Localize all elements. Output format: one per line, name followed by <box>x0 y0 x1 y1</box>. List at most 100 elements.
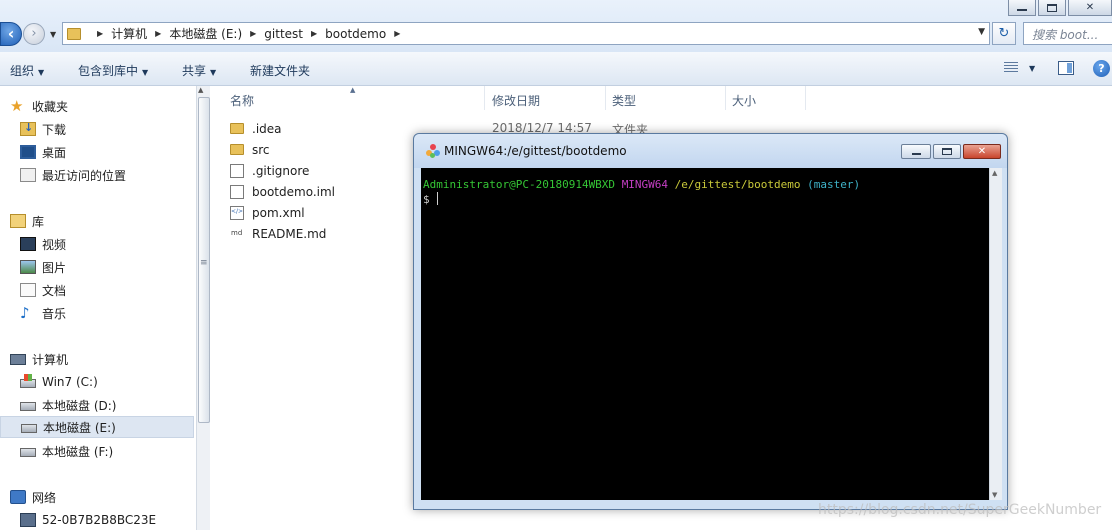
new-folder-button[interactable]: 新建文件夹 <box>250 62 310 79</box>
chevron-down-icon: ▼ <box>210 68 217 77</box>
chevron-right-icon[interactable]: ▶ <box>250 29 256 38</box>
desktop-icon <box>20 145 36 159</box>
preview-pane-icon[interactable] <box>1058 61 1074 75</box>
share-button[interactable]: 共享 ▼ <box>182 62 216 79</box>
folder-icon <box>230 144 244 155</box>
scroll-down-icon[interactable]: ▼ <box>992 491 997 499</box>
drive-icon <box>21 424 37 433</box>
nav-network-label: 网络 <box>32 490 57 505</box>
nav-item-music[interactable]: ♪ 音乐 <box>20 302 66 324</box>
breadcrumb-computer[interactable]: 计算机 <box>111 25 147 42</box>
new-folder-label: 新建文件夹 <box>250 64 311 78</box>
prompt-system: MINGW64 <box>621 178 669 191</box>
git-bash-logo-icon <box>426 144 440 158</box>
address-bar[interactable]: ▶ 计算机 ▶ 本地磁盘 (E:) ▶ gittest ▶ bootdemo ▶… <box>62 22 990 45</box>
scroll-up-icon[interactable]: ▲ <box>992 169 997 177</box>
file-row[interactable]: pom.xml <box>230 202 305 223</box>
include-in-library-button[interactable]: 包含到库中 ▼ <box>78 62 148 79</box>
nav-item-label: 音乐 <box>42 306 67 321</box>
chevron-right-icon[interactable]: ▶ <box>394 29 400 38</box>
folder-icon <box>67 27 81 40</box>
nav-item-videos[interactable]: 视频 <box>20 233 66 255</box>
address-dropdown-icon[interactable]: ▼ <box>978 27 985 37</box>
column-header-type[interactable]: 类型 <box>606 86 726 110</box>
nav-item-label: 52-0B7B2B8BC23E <box>42 513 157 527</box>
close-button[interactable]: ✕ <box>1068 0 1112 16</box>
chevron-right-icon[interactable]: ▶ <box>155 29 161 38</box>
file-row[interactable]: src <box>230 139 270 160</box>
file-row[interactable]: README.md <box>230 223 326 244</box>
prompt-path: /e/gittest/bootdemo <box>674 178 801 191</box>
videos-icon <box>20 237 36 251</box>
network-computer-icon <box>20 513 36 527</box>
breadcrumb-drive-e[interactable]: 本地磁盘 (E:) <box>169 25 242 42</box>
nav-item-downloads[interactable]: 下载 <box>20 118 66 140</box>
star-icon: ★ <box>10 97 24 115</box>
close-icon: ✕ <box>977 146 987 157</box>
chevron-down-icon: ▼ <box>38 68 45 77</box>
view-options-dropdown-icon[interactable]: ▼ <box>1029 64 1035 73</box>
nav-item-pictures[interactable]: 图片 <box>20 256 66 278</box>
change-view-icon[interactable] <box>1004 62 1018 74</box>
terminal-output[interactable]: Administrator@PC-20180914WBXD MINGW64 /e… <box>421 168 989 500</box>
file-name: bootdemo.iml <box>252 184 335 199</box>
folder-icon <box>230 123 244 134</box>
share-label: 共享 <box>182 64 207 78</box>
file-name: .idea <box>252 121 282 136</box>
input-line[interactable]: $ <box>423 192 989 207</box>
nav-item-drive-d[interactable]: 本地磁盘 (D:) <box>20 394 116 416</box>
file-row[interactable]: .gitignore <box>230 160 309 181</box>
git-bash-window[interactable]: MINGW64:/e/gittest/bootdemo ✕ Administra… <box>413 133 1008 510</box>
terminal-maximize-button[interactable] <box>933 144 961 159</box>
recent-pages-dropdown-icon[interactable]: ▼ <box>50 30 56 39</box>
breadcrumb-gittest[interactable]: gittest <box>264 27 303 41</box>
nav-computer[interactable]: 计算机 <box>10 348 68 370</box>
prompt-user-host: Administrator@PC-20180914WBXD <box>423 178 616 191</box>
nav-item-label: 最近访问的位置 <box>42 168 127 183</box>
search-input[interactable]: 搜索 boot... <box>1023 22 1112 45</box>
sort-ascending-icon: ▲ <box>350 86 356 94</box>
nav-item-network-pc[interactable]: 52-0B7B2B8BC23E <box>20 509 156 530</box>
prompt-branch: (master) <box>807 178 861 191</box>
file-icon <box>230 163 244 178</box>
nav-item-label: Win7 (C:) <box>42 375 98 389</box>
nav-item-drive-c[interactable]: Win7 (C:) <box>20 371 98 393</box>
nav-item-drive-e[interactable]: 本地磁盘 (E:) <box>0 416 194 438</box>
minimize-icon <box>911 152 921 155</box>
terminal-scrollbar[interactable]: ▲ ▼ <box>989 168 1002 500</box>
nav-item-label: 本地磁盘 (E:) <box>43 420 116 435</box>
nav-item-label: 桌面 <box>42 145 67 160</box>
back-button[interactable]: ‹ <box>0 22 22 46</box>
nav-libraries[interactable]: 库 <box>10 210 44 232</box>
organize-button[interactable]: 组织 ▼ <box>10 62 44 79</box>
terminal-close-button[interactable]: ✕ <box>963 144 1001 159</box>
terminal-title-bar[interactable]: MINGW64:/e/gittest/bootdemo ✕ <box>414 134 1007 168</box>
refresh-button[interactable]: ↻ <box>992 22 1016 45</box>
terminal-minimize-button[interactable] <box>901 144 931 159</box>
scroll-up-icon[interactable]: ▲ <box>198 86 203 94</box>
nav-favorites[interactable]: ★ 收藏夹 <box>10 95 68 117</box>
file-row[interactable]: bootdemo.iml <box>230 181 335 202</box>
nav-item-drive-f[interactable]: 本地磁盘 (F:) <box>20 440 113 462</box>
terminal-title: MINGW64:/e/gittest/bootdemo <box>444 144 627 158</box>
file-row[interactable]: .idea <box>230 118 282 139</box>
chevron-right-icon[interactable]: ▶ <box>97 29 103 38</box>
window-controls: ✕ <box>1006 0 1112 18</box>
nav-item-recent-places[interactable]: 最近访问的位置 <box>20 164 126 186</box>
help-icon[interactable]: ? <box>1093 60 1110 77</box>
nav-item-label: 图片 <box>42 260 67 275</box>
maximize-button[interactable] <box>1038 0 1066 16</box>
nav-item-desktop[interactable]: 桌面 <box>20 141 66 163</box>
column-header-size[interactable]: 大小 <box>726 86 806 110</box>
column-header-date[interactable]: 修改日期 <box>486 86 606 110</box>
chevron-right-icon[interactable]: ▶ <box>311 29 317 38</box>
breadcrumb-bootdemo[interactable]: bootdemo <box>325 27 386 41</box>
library-icon <box>10 214 26 228</box>
nav-item-documents[interactable]: 文档 <box>20 279 66 301</box>
nav-network[interactable]: 网络 <box>10 486 56 508</box>
documents-icon <box>20 283 36 297</box>
forward-button[interactable]: › <box>23 23 45 45</box>
minimize-button[interactable] <box>1008 0 1036 16</box>
nav-item-label: 本地磁盘 (F:) <box>42 444 114 459</box>
nav-item-label: 下载 <box>42 122 67 137</box>
